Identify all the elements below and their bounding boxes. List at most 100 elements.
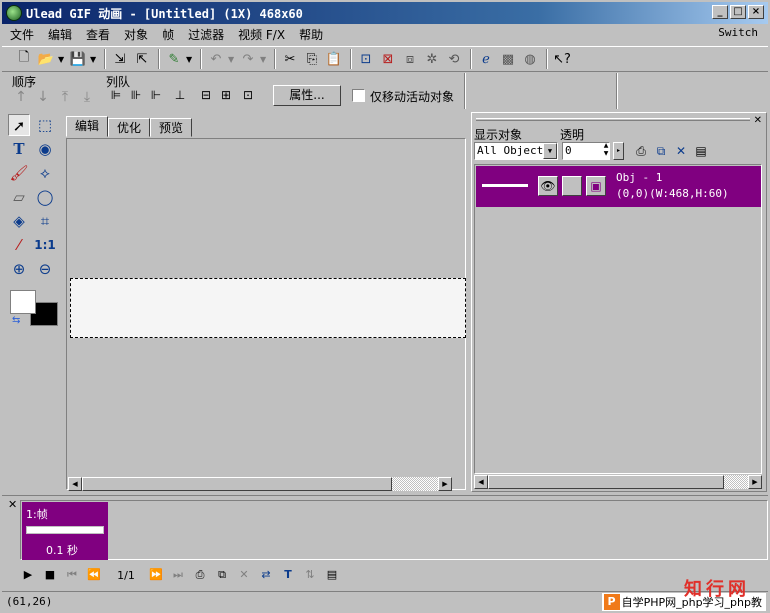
frame-item[interactable]: 1:帧 0.1 秒 [22, 502, 108, 560]
move-top-icon[interactable]: ⤒ [56, 89, 74, 107]
eyedropper-tool-icon[interactable]: ⁄ [8, 234, 30, 256]
previous-frame-icon[interactable]: ⏪ [84, 565, 104, 585]
move-down-icon[interactable]: ↓ [34, 89, 52, 107]
menu-filter[interactable]: 过滤器 [180, 26, 230, 43]
first-frame-icon[interactable]: ⏮ [62, 565, 82, 585]
help-icon[interactable]: ↖? [552, 49, 572, 69]
web-icon[interactable]: ℯ [476, 49, 496, 69]
last-frame-icon[interactable]: ⏭ [168, 565, 188, 585]
duplicate-frame-icon[interactable]: ⧉ [212, 565, 232, 585]
object-horizontal-scrollbar[interactable]: ◀ ▶ [474, 475, 762, 489]
undo-dropdown-icon[interactable]: ▼ [228, 55, 236, 64]
reduce-icon[interactable]: ⟲ [444, 49, 464, 69]
center-icon[interactable]: ⊡ [238, 88, 258, 108]
panel-close-icon[interactable]: ✕ [754, 115, 762, 126]
align-center-icon[interactable]: ⊪ [126, 88, 146, 108]
align-bottom-icon[interactable]: ⊥ [170, 88, 190, 108]
frame-properties-icon[interactable]: ▤ [322, 565, 342, 585]
move-up-icon[interactable]: ↑ [12, 89, 30, 107]
show-objects-select[interactable]: All Objects ▼ [474, 142, 558, 160]
scroll-thumb[interactable] [82, 477, 392, 491]
properties-button[interactable]: 属性... [273, 85, 341, 106]
wizard-icon[interactable]: ✎ [164, 49, 184, 69]
menu-object[interactable]: 对象 [116, 26, 154, 43]
eye-icon[interactable]: 👁 [538, 176, 558, 196]
duplicate-object-icon[interactable]: ⧉ [652, 142, 670, 160]
menu-video-fx[interactable]: 视频 F/X [230, 26, 291, 43]
transform-tool-icon[interactable]: ◉ [34, 138, 56, 160]
stop-icon[interactable]: ■ [40, 565, 60, 585]
new-object-icon[interactable]: ⎙ [632, 142, 650, 160]
copy-icon[interactable]: ⎘ [302, 49, 322, 69]
distribute-v-icon[interactable]: ⊞ [216, 88, 236, 108]
lock-toggle-icon[interactable] [562, 176, 582, 196]
text-tool-icon[interactable]: T [8, 138, 30, 160]
brush-tool-icon[interactable]: 🖌 [8, 162, 30, 184]
open-icon[interactable]: 📂 [36, 49, 56, 69]
frame-panel-close-icon[interactable]: ✕ [8, 498, 17, 511]
canvas-horizontal-scrollbar[interactable]: ◀ ▶ [68, 477, 452, 491]
play-icon[interactable]: ▶ [18, 565, 38, 585]
delete-object-icon[interactable]: ✕ [672, 142, 690, 160]
menu-edit[interactable]: 编辑 [40, 26, 78, 43]
scroll-left-icon[interactable]: ◀ [474, 475, 488, 489]
opacity-slider-button[interactable]: ▸ [613, 142, 624, 160]
tween-icon[interactable]: ⧈ [400, 49, 420, 69]
switch-link[interactable]: Switch [718, 26, 758, 39]
foreground-color-swatch[interactable] [10, 290, 36, 314]
object-color-icon[interactable]: ▣ [586, 176, 606, 196]
align-left-icon[interactable]: ⊫ [106, 88, 126, 108]
distribute-h-icon[interactable]: ⊟ [196, 88, 216, 108]
close-button[interactable]: × [748, 5, 764, 19]
redo-dropdown-icon[interactable]: ▼ [260, 55, 268, 64]
text-frames-icon[interactable]: T [278, 565, 298, 585]
cd-icon[interactable]: ◍ [520, 49, 540, 69]
maximize-button[interactable]: □ [730, 5, 746, 19]
menu-frame[interactable]: 帧 [154, 26, 180, 43]
menu-file[interactable]: 文件 [2, 26, 40, 43]
tab-preview[interactable]: 预览 [150, 118, 193, 137]
list-item[interactable]: 👁 ▣ Obj - 1 (0,0)(W:468,H:60) [476, 166, 761, 207]
tab-optimize[interactable]: 优化 [108, 118, 151, 137]
opacity-spinner[interactable]: ▲ ▼ [600, 142, 612, 160]
gif-canvas[interactable] [70, 278, 466, 338]
save-icon[interactable]: 💾 [68, 49, 88, 69]
scroll-left-icon[interactable]: ◀ [68, 477, 82, 491]
eraser-tool-icon[interactable]: ▱ [8, 186, 30, 208]
new-icon[interactable]: 🗋 [14, 49, 34, 69]
resize-icon[interactable]: ⊠ [378, 49, 398, 69]
actual-size-tool-icon[interactable]: 1:1 [34, 234, 56, 256]
paste-icon[interactable]: 📋 [324, 49, 344, 69]
zoom-in-tool-icon[interactable]: ⊕ [8, 258, 30, 280]
minimize-button[interactable]: _ [712, 5, 728, 19]
panel-grip[interactable] [476, 118, 750, 121]
next-frame-icon[interactable]: ⏩ [146, 565, 166, 585]
tab-edit[interactable]: 编辑 [66, 116, 109, 137]
crop-tool-icon[interactable]: ⌗ [34, 210, 56, 232]
save-dropdown-icon[interactable]: ▼ [90, 55, 98, 64]
crop-icon[interactable]: ⊡ [356, 49, 376, 69]
scroll-right-icon[interactable]: ▶ [438, 477, 452, 491]
chevron-down-icon[interactable]: ▼ [543, 143, 557, 159]
zoom-out-tool-icon[interactable]: ⊖ [34, 258, 56, 280]
move-bottom-icon[interactable]: ⤓ [78, 89, 96, 107]
pointer-tool-icon[interactable]: ➚ [8, 114, 30, 136]
open-dropdown-icon[interactable]: ▼ [58, 55, 66, 64]
import-icon[interactable]: ⇲ [110, 49, 130, 69]
menu-view[interactable]: 查看 [78, 26, 116, 43]
preview-icon[interactable]: ▩ [498, 49, 518, 69]
cut-icon[interactable]: ✂ [280, 49, 300, 69]
delete-frame-icon[interactable]: ✕ [234, 565, 254, 585]
move-active-only-checkbox[interactable] [352, 89, 365, 102]
menu-help[interactable]: 帮助 [291, 26, 329, 43]
redo-icon[interactable]: ↷ [238, 49, 258, 69]
scroll-thumb[interactable] [488, 475, 724, 489]
swap-colors-icon[interactable]: ⇆ [12, 315, 20, 326]
fill-tool-icon[interactable]: ◈ [8, 210, 30, 232]
scroll-right-icon[interactable]: ▶ [748, 475, 762, 489]
ellipse-select-tool-icon[interactable]: ◯ [34, 186, 56, 208]
marquee-tool-icon[interactable]: ⬚ [34, 114, 56, 136]
optimize-icon[interactable]: ✲ [422, 49, 442, 69]
add-frame-icon[interactable]: ⎙ [190, 565, 210, 585]
align-right-icon[interactable]: ⊩ [146, 88, 166, 108]
